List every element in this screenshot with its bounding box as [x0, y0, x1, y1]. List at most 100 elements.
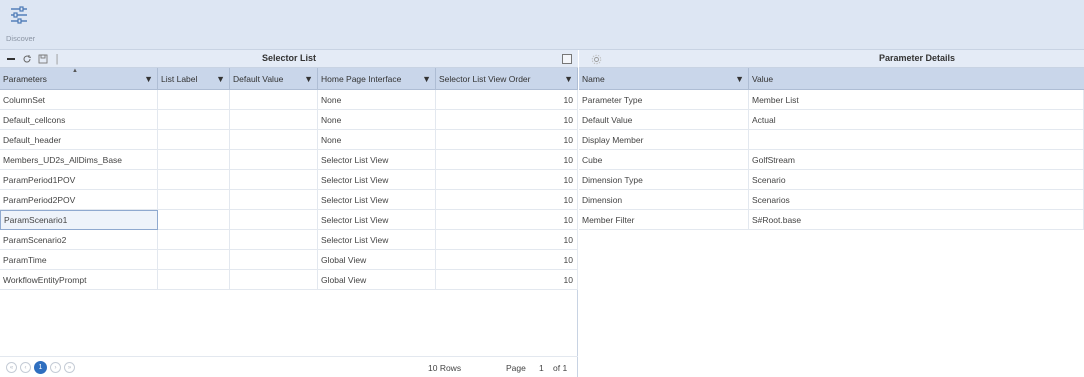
- cell-selector-list-view-order[interactable]: 10: [436, 250, 578, 270]
- cell-default-value[interactable]: [230, 170, 318, 190]
- cell-selector-list-view-order[interactable]: 10: [436, 190, 578, 210]
- table-row[interactable]: ParamTime Global View 10: [0, 250, 578, 270]
- cell-selector-list-view-order[interactable]: 10: [436, 90, 578, 110]
- filter-icon[interactable]: ▼: [216, 74, 225, 84]
- cell-selector-list-view-order[interactable]: 10: [436, 130, 578, 150]
- cell-parameter[interactable]: Default_cellcons: [0, 110, 158, 130]
- cell-detail-value[interactable]: Scenario: [749, 170, 1084, 190]
- cell-parameter[interactable]: Members_UD2s_AllDims_Base: [0, 150, 158, 170]
- cell-home-page-interface[interactable]: Global View: [318, 270, 436, 290]
- cell-default-value[interactable]: [230, 190, 318, 210]
- cell-selector-list-view-order[interactable]: 10: [436, 270, 578, 290]
- cell-default-value[interactable]: [230, 270, 318, 290]
- cell-default-value[interactable]: [230, 230, 318, 250]
- col-header-home-page-interface[interactable]: Home Page Interface ▼: [318, 68, 436, 90]
- cell-detail-name[interactable]: Dimension Type: [579, 170, 749, 190]
- table-row[interactable]: Default Value Actual: [579, 110, 1084, 130]
- cell-detail-value[interactable]: [749, 130, 1084, 150]
- col-header-default-value[interactable]: Default Value ▼: [230, 68, 318, 90]
- cell-home-page-interface[interactable]: Selector List View: [318, 150, 436, 170]
- cell-selector-list-view-order[interactable]: 10: [436, 170, 578, 190]
- cell-parameter[interactable]: ParamTime: [0, 250, 158, 270]
- table-row[interactable]: ColumnSet None 10: [0, 90, 578, 110]
- cell-home-page-interface[interactable]: None: [318, 110, 436, 130]
- col-header-selector-list-view-order[interactable]: Selector List View Order ▼: [436, 68, 578, 90]
- col-header-list-label[interactable]: List Label ▼: [158, 68, 230, 90]
- cell-selector-list-view-order[interactable]: 10: [436, 230, 578, 250]
- cell-list-label[interactable]: [158, 230, 230, 250]
- cell-default-value[interactable]: [230, 210, 318, 230]
- cell-home-page-interface[interactable]: Selector List View: [318, 230, 436, 250]
- table-row[interactable]: ParamPeriod1POV Selector List View 10: [0, 170, 578, 190]
- cell-detail-value[interactable]: Actual: [749, 110, 1084, 130]
- cell-selector-list-view-order[interactable]: 10: [436, 210, 578, 230]
- cell-list-label[interactable]: [158, 270, 230, 290]
- table-row[interactable]: ParamPeriod2POV Selector List View 10: [0, 190, 578, 210]
- table-row[interactable]: Members_UD2s_AllDims_Base Selector List V…: [0, 150, 578, 170]
- table-row[interactable]: Dimension Type Scenario: [579, 170, 1084, 190]
- cell-detail-name[interactable]: Default Value: [579, 110, 749, 130]
- cell-home-page-interface[interactable]: Selector List View: [318, 190, 436, 210]
- table-row[interactable]: Default_cellcons None 10: [0, 110, 578, 130]
- cell-detail-name[interactable]: Member Filter: [579, 210, 749, 230]
- cell-list-label[interactable]: [158, 250, 230, 270]
- cell-list-label[interactable]: [158, 210, 230, 230]
- last-page-icon[interactable]: »: [64, 362, 75, 373]
- table-row[interactable]: Member Filter S#Root.base: [579, 210, 1084, 230]
- table-row[interactable]: WorkflowEntityPrompt Global View 10: [0, 270, 578, 290]
- filter-icon[interactable]: ▼: [735, 74, 744, 84]
- cell-list-label[interactable]: [158, 130, 230, 150]
- cell-detail-value[interactable]: Member List: [749, 90, 1084, 110]
- current-page-button[interactable]: 1: [34, 361, 47, 374]
- cell-list-label[interactable]: [158, 110, 230, 130]
- cell-home-page-interface[interactable]: Selector List View: [318, 210, 436, 230]
- cell-detail-name[interactable]: Dimension: [579, 190, 749, 210]
- discover-button[interactable]: Discover: [4, 4, 48, 48]
- col-header-name[interactable]: Name ▼: [579, 68, 749, 90]
- settings-icon[interactable]: [589, 52, 603, 66]
- cell-home-page-interface[interactable]: Global View: [318, 250, 436, 270]
- cell-detail-name[interactable]: Cube: [579, 150, 749, 170]
- cell-default-value[interactable]: [230, 250, 318, 270]
- col-header-value[interactable]: Value: [749, 68, 1084, 90]
- cell-detail-value[interactable]: S#Root.base: [749, 210, 1084, 230]
- cell-detail-name[interactable]: Display Member: [579, 130, 749, 150]
- col-header-parameters[interactable]: ▲ Parameters ▼: [0, 68, 158, 90]
- cell-selector-list-view-order[interactable]: 10: [436, 150, 578, 170]
- cell-list-label[interactable]: [158, 150, 230, 170]
- filter-icon[interactable]: ▼: [304, 74, 313, 84]
- cell-list-label[interactable]: [158, 190, 230, 210]
- filter-icon[interactable]: ▼: [422, 74, 431, 84]
- cell-list-label[interactable]: [158, 90, 230, 110]
- filter-icon[interactable]: ▼: [144, 74, 153, 84]
- cell-parameter[interactable]: WorkflowEntityPrompt: [0, 270, 158, 290]
- next-page-icon[interactable]: ›: [50, 362, 61, 373]
- cell-parameter[interactable]: ParamScenario2: [0, 230, 158, 250]
- table-row[interactable]: Default_header None 10: [0, 130, 578, 150]
- cell-parameter[interactable]: ParamScenario1: [0, 210, 158, 230]
- first-page-icon[interactable]: «: [6, 362, 17, 373]
- table-row[interactable]: ParamScenario2 Selector List View 10: [0, 230, 578, 250]
- cell-home-page-interface[interactable]: Selector List View: [318, 170, 436, 190]
- prev-page-icon[interactable]: ‹: [20, 362, 31, 373]
- cell-home-page-interface[interactable]: None: [318, 130, 436, 150]
- table-row[interactable]: Dimension Scenarios: [579, 190, 1084, 210]
- cell-parameter[interactable]: ParamPeriod2POV: [0, 190, 158, 210]
- table-row[interactable]: Cube GolfStream: [579, 150, 1084, 170]
- cell-list-label[interactable]: [158, 170, 230, 190]
- expand-icon[interactable]: [562, 54, 572, 64]
- table-row[interactable]: ParamScenario1 Selector List View 10: [0, 210, 578, 230]
- table-row[interactable]: Display Member: [579, 130, 1084, 150]
- table-row[interactable]: Parameter Type Member List: [579, 90, 1084, 110]
- cell-selector-list-view-order[interactable]: 10: [436, 110, 578, 130]
- cell-default-value[interactable]: [230, 110, 318, 130]
- cell-detail-value[interactable]: GolfStream: [749, 150, 1084, 170]
- cell-parameter[interactable]: ParamPeriod1POV: [0, 170, 158, 190]
- cell-parameter[interactable]: ColumnSet: [0, 90, 158, 110]
- cell-detail-value[interactable]: Scenarios: [749, 190, 1084, 210]
- cell-default-value[interactable]: [230, 90, 318, 110]
- cell-parameter[interactable]: Default_header: [0, 130, 158, 150]
- cell-home-page-interface[interactable]: None: [318, 90, 436, 110]
- filter-icon[interactable]: ▼: [564, 74, 573, 84]
- cell-detail-name[interactable]: Parameter Type: [579, 90, 749, 110]
